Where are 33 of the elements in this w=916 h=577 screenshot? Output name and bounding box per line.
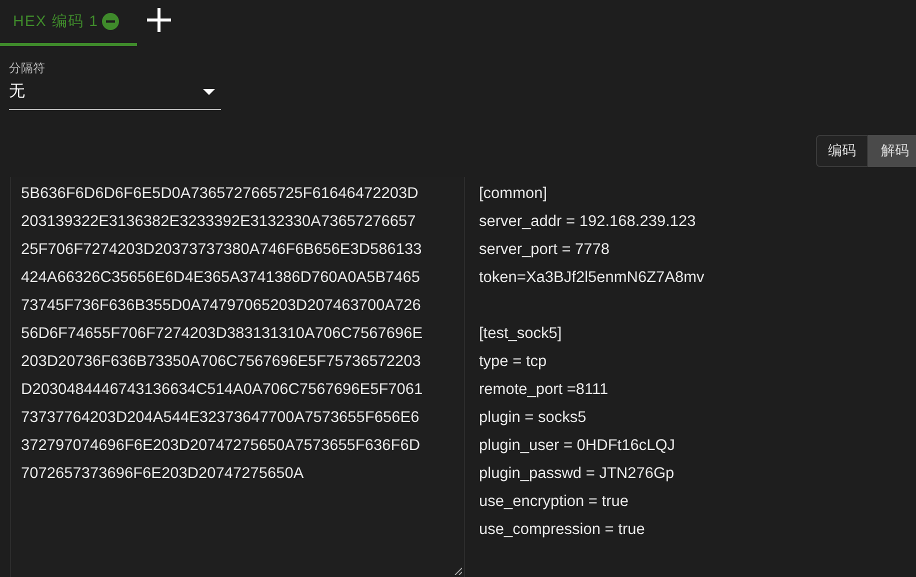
hex-text-line: 203D20736F636B73350A706C7567696E5F75736572203 — [21, 352, 422, 372]
hex-text-line: 424A66326C35656E6D4E365A3741386D760A0A5B7465 — [21, 268, 422, 288]
hex-text-line: 5B636F6D6D6F6E5D0A7365727665725F61646472203D — [21, 184, 420, 204]
hex-text-line: 56D6F74655F706F7274203D383131310A706C7567696E — [21, 324, 424, 344]
hex-text-line: 372797074696F6E203D20747275650A7573655F636F6D — [21, 436, 422, 456]
mode-button[interactable]: 编码 — [816, 135, 868, 167]
output-text-line: remote_port =8111 — [479, 380, 610, 400]
mode-button[interactable]: 解码 — [868, 135, 916, 167]
output-text-line: plugin_user = 0HDFt16cLQJ — [479, 436, 676, 456]
output-text-line: server_port = 7778 — [479, 240, 611, 260]
output-text-line: [common] — [479, 184, 548, 204]
hex-text-line: 73737764203D204A544E32373647700A7573655F656E6 — [21, 408, 420, 428]
hex-text-line: 73745F736F636B355D0A74797065203D207463700A726 — [21, 296, 422, 316]
hex-text-line: 7072657373696F6E203D20747275650A — [21, 464, 305, 484]
add-tab-icon[interactable] — [146, 8, 171, 32]
resize-grip-icon — [454, 567, 462, 575]
output-text-line: type = tcp — [479, 352, 548, 372]
separator-dropdown[interactable]: 无 — [9, 77, 221, 110]
output-text-line: [test_sock5] — [479, 324, 563, 344]
output-text-line: use_compression = true — [479, 520, 646, 540]
output-text-line: plugin = socks5 — [479, 408, 588, 428]
output-text-line: use_encryption = true — [479, 492, 630, 512]
caret-icon — [203, 88, 215, 94]
field-label: 分隔符 — [9, 60, 46, 77]
tab[interactable]: HEX 编码 1 — [0, 0, 137, 46]
output-text-line: plugin_passwd = JTN276Gp — [479, 464, 676, 484]
hex-text-line: 25F706F7274203D20373737380A746F6B656E3D586133 — [21, 240, 423, 260]
hex-text-line: 203139322E3136382E3233392E3132330A73657276657 — [21, 212, 417, 232]
output-text-line: server_addr = 192.168.239.123 — [479, 212, 697, 232]
input-field[interactable] — [10, 177, 465, 577]
close-icon[interactable] — [102, 13, 119, 30]
hex-text-line: D2030484446743136634C514A0A706C7567696E5F7061 — [21, 380, 424, 400]
output-text-line: token=Xa3BJf2l5enmN6Z7A8mv — [479, 268, 704, 288]
